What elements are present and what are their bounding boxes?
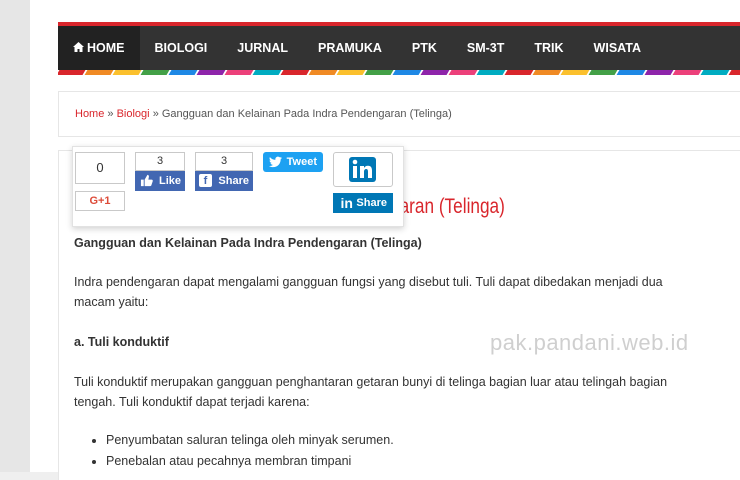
causes-list: Penyumbatan saluran telinga oleh minyak … — [74, 430, 394, 472]
breadcrumb-separator: » — [152, 108, 159, 120]
article-heading: Gangguan dan Kelainan Pada Indra Pendeng… — [74, 236, 422, 250]
fb-like-label: Like — [158, 175, 181, 187]
stripe-segment — [84, 70, 114, 75]
fb-share-button[interactable]: f Share — [195, 171, 253, 191]
stripe-segment — [224, 70, 254, 75]
nav-item-label: TRIK — [534, 41, 564, 55]
nav-item-label: HOME — [87, 41, 125, 55]
tweet-label: Tweet — [286, 156, 317, 168]
nav-item-wisata[interactable]: WISATA — [579, 26, 656, 70]
breadcrumb-current: Gangguan dan Kelainan Pada Indra Pendeng… — [161, 108, 452, 120]
facebook-icon: f — [199, 174, 212, 187]
watermark: pak.pandani.web.id — [490, 330, 689, 355]
fb-share-label: Share — [218, 175, 249, 187]
stripe-segment — [672, 70, 702, 75]
stripe-segment — [196, 70, 226, 75]
main-nav: HOME BIOLOGI JURNAL PRAMUKA PTK SM-3T TRIK WISA… — [58, 22, 740, 70]
linkedin-logo-icon — [349, 157, 376, 182]
stripe-segment — [140, 70, 170, 75]
nav-item-label: JURNAL — [237, 41, 288, 55]
nav-item-label: SM-3T — [466, 41, 505, 55]
nav-item-ptk[interactable]: PTK — [397, 26, 452, 70]
stripe-segment — [392, 70, 422, 75]
linkedin-share-button[interactable]: in Share — [333, 193, 393, 213]
nav-item-home[interactable]: HOME — [58, 26, 140, 70]
nav-item-label: PTK — [411, 41, 437, 55]
nav-item-pramuka[interactable]: PRAMUKA — [303, 26, 397, 70]
linkedin-share-label: Share — [356, 197, 387, 209]
stripe-segment — [420, 70, 450, 75]
stripe-segment — [336, 70, 366, 75]
nav-color-stripes — [58, 70, 740, 75]
nav-item-trik[interactable]: TRIK — [519, 26, 578, 70]
home-icon — [73, 26, 84, 70]
stripe-segment — [700, 70, 730, 75]
stripe-segment — [308, 70, 338, 75]
nav-item-label: WISATA — [593, 41, 641, 55]
tweet-button[interactable]: Tweet — [263, 152, 323, 172]
stripe-segment — [560, 70, 590, 75]
nav-item-jurnal[interactable]: JURNAL — [222, 26, 303, 70]
article-title: garan (Telinga) — [390, 195, 505, 218]
nav-items: HOME BIOLOGI JURNAL PRAMUKA PTK SM-3T TRIK WISA… — [58, 26, 656, 70]
nav-item-sm-3t[interactable]: SM-3T — [452, 26, 520, 70]
list-item: Penyumbatan saluran telinga oleh minyak … — [106, 430, 394, 451]
thumbs-up-icon — [140, 174, 153, 187]
fb-share-count: 3 — [195, 152, 253, 171]
stripe-segment — [252, 70, 282, 75]
nav-item-label: PRAMUKA — [317, 41, 382, 55]
breadcrumb-box: Home » Biologi » Gangguan dan Kelainan P… — [58, 91, 740, 137]
stripe-segment — [616, 70, 646, 75]
article-intro: Indra pendengaran dapat mengalami ganggu… — [74, 275, 663, 309]
stripe-segment — [280, 70, 310, 75]
stripe-segment — [504, 70, 534, 75]
section-text-tuli-konduktif: Tuli konduktif merupakan gangguan pengha… — [74, 375, 668, 409]
nav-item-biologi[interactable]: BIOLOGI — [140, 26, 223, 70]
stripe-segment — [112, 70, 142, 75]
twitter-bird-icon — [269, 156, 282, 168]
breadcrumb-home-link[interactable]: Home — [75, 108, 104, 120]
linkedin-count-box — [333, 152, 393, 187]
fb-like-count: 3 — [135, 152, 185, 171]
breadcrumb-category-link[interactable]: Biologi — [117, 108, 150, 120]
stripe-segment — [728, 70, 740, 75]
gplus-count: 0 — [75, 152, 125, 184]
stripe-segment — [364, 70, 394, 75]
nav-item-label: BIOLOGI — [154, 41, 208, 55]
gplus-button[interactable]: G+1 — [75, 191, 125, 211]
list-item: Penebalan atau pecahnya membran timpani — [106, 451, 394, 472]
stripe-segment — [58, 70, 86, 75]
stripe-segment — [476, 70, 506, 75]
stripe-segment — [644, 70, 674, 75]
breadcrumb: Home » Biologi » Gangguan dan Kelainan P… — [75, 108, 452, 120]
stripe-segment — [532, 70, 562, 75]
site-logo-strip — [330, 0, 710, 8]
stripe-segment — [588, 70, 618, 75]
breadcrumb-separator: » — [107, 108, 114, 120]
stripe-segment — [168, 70, 198, 75]
stripe-segment — [448, 70, 478, 75]
linkedin-icon: in — [340, 195, 353, 211]
left-gutter — [0, 0, 30, 472]
share-bar: 0 G+1 3 Like 3 f Share Tweet in Share — [72, 146, 404, 227]
fb-like-button[interactable]: Like — [135, 171, 185, 191]
